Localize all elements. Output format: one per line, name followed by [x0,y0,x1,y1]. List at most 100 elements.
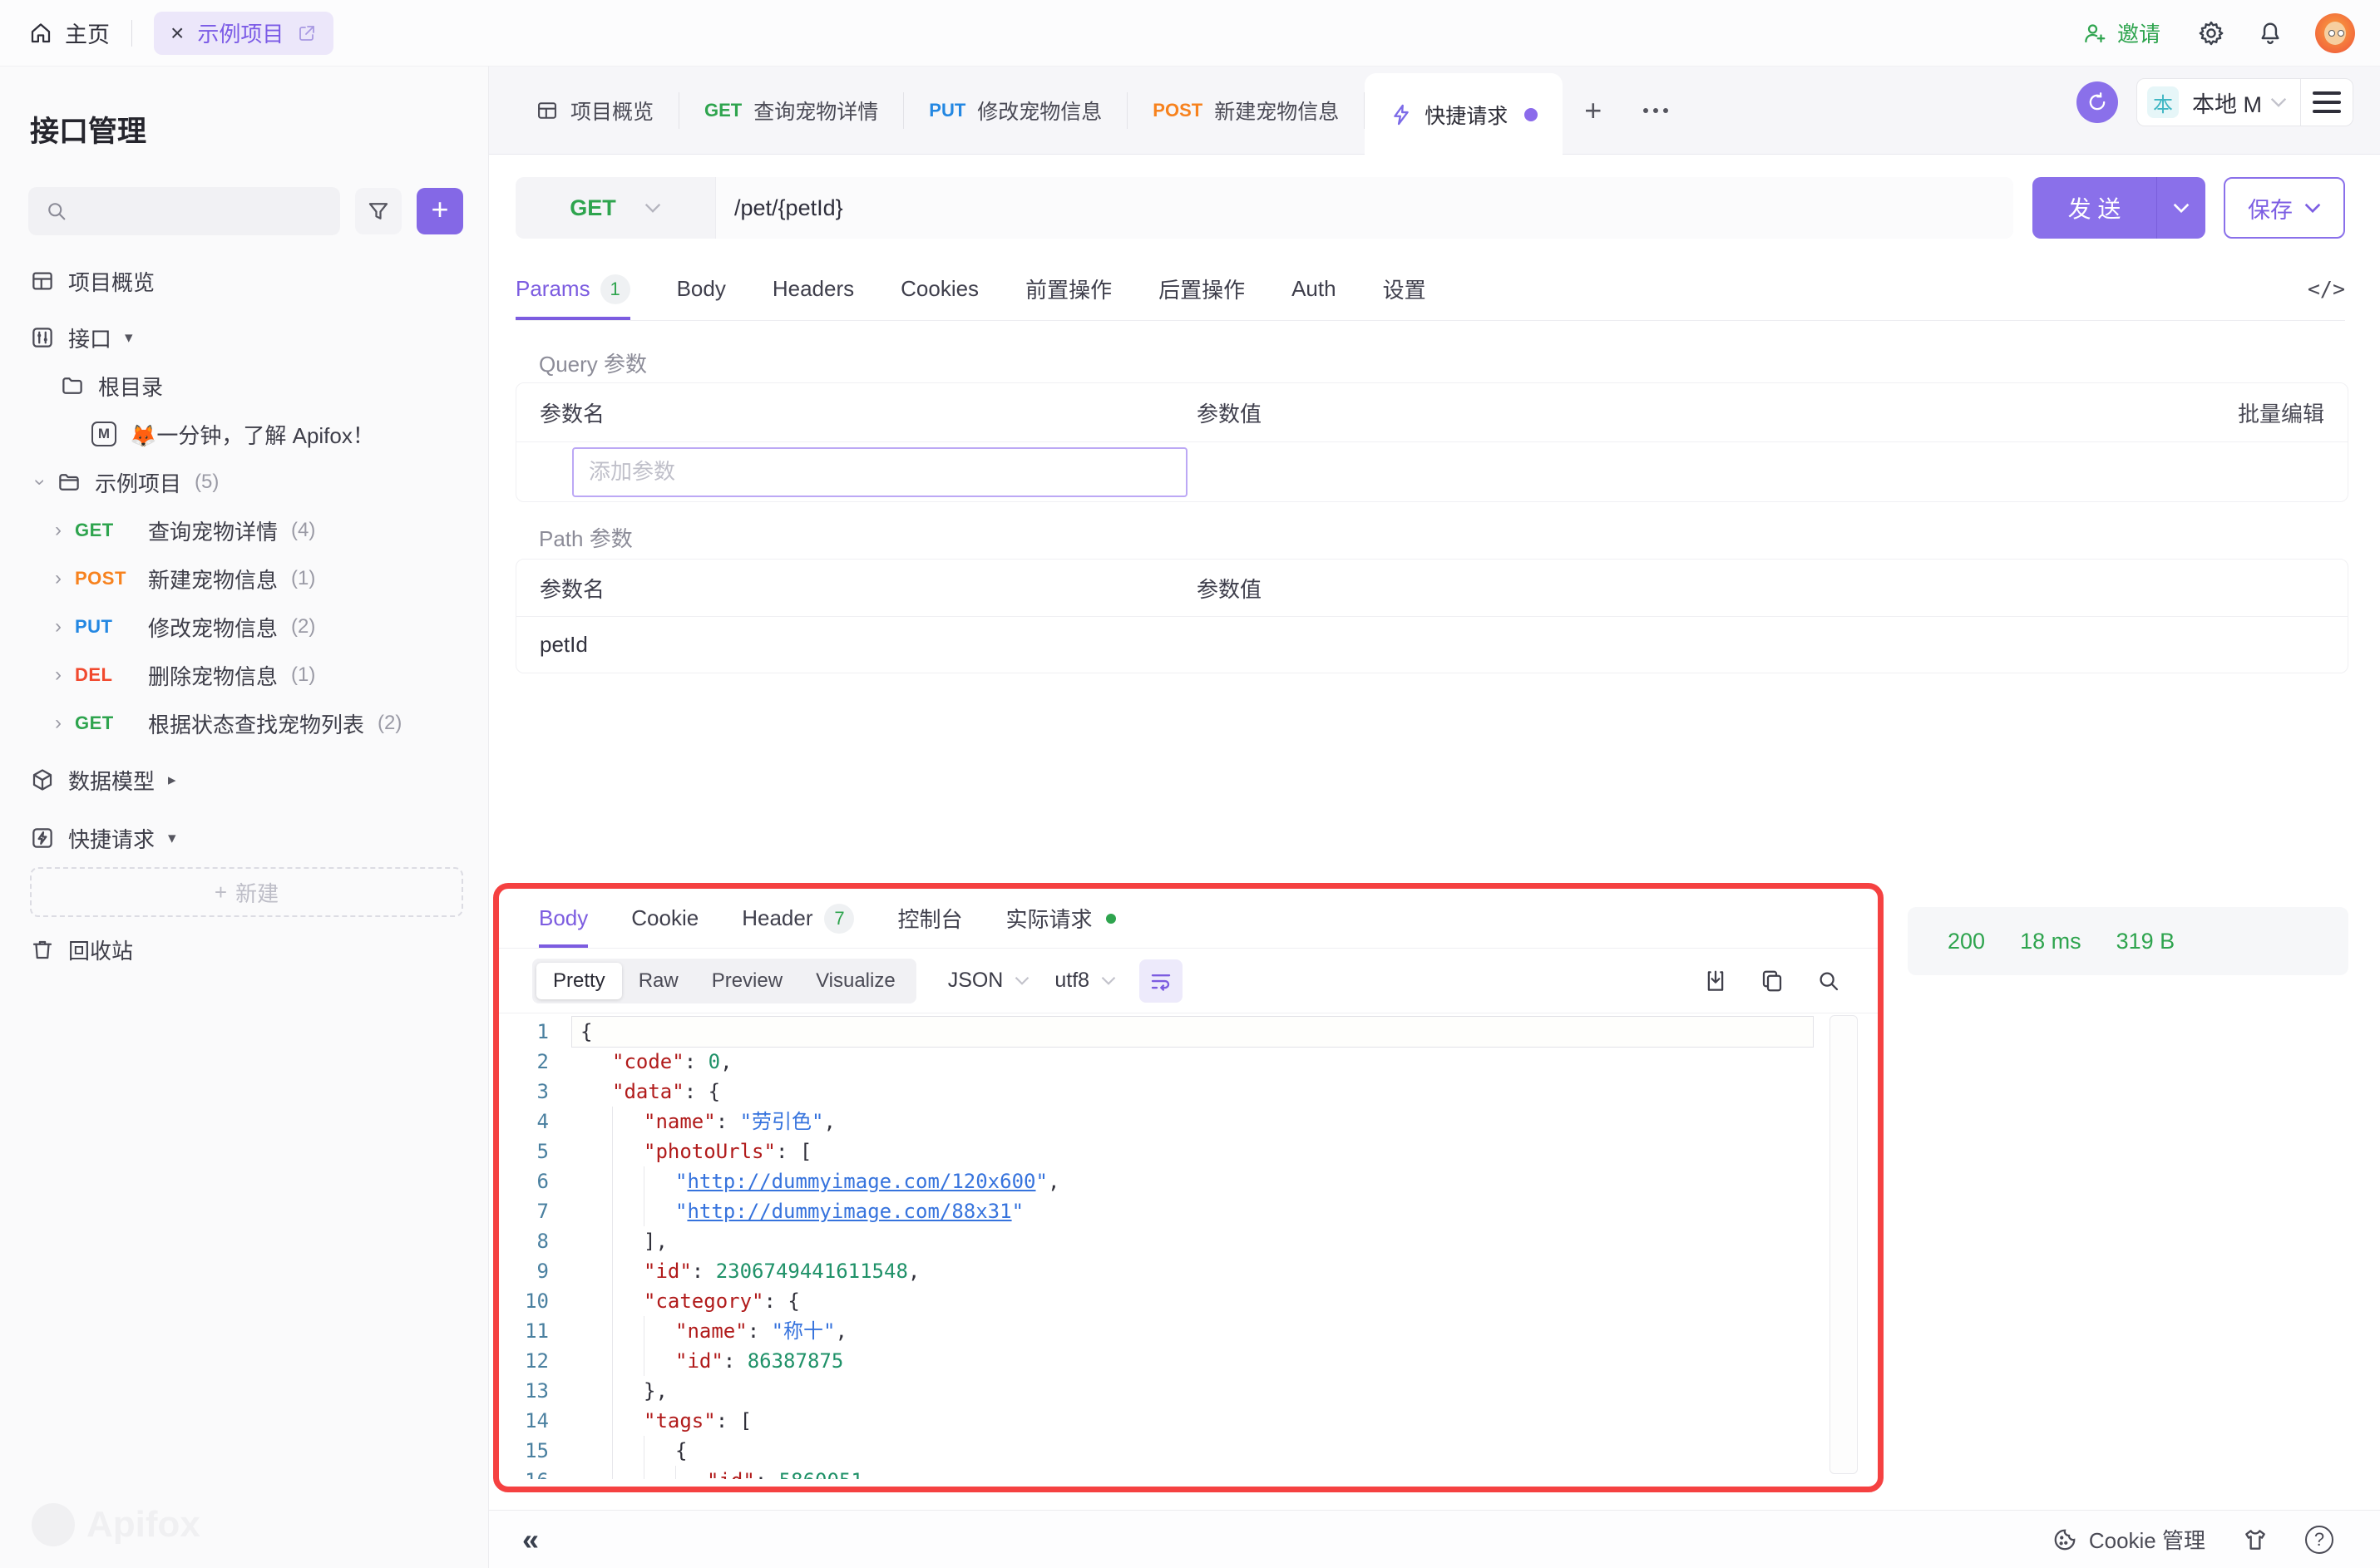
send-button[interactable]: 发 送 [2032,177,2205,239]
mode-visualize[interactable]: Visualize [799,963,912,999]
method-tag: DEL [75,664,135,686]
tab-label: 快捷请求 [1425,100,1508,130]
external-link-icon[interactable] [297,23,317,43]
download-icon[interactable] [1703,969,1728,994]
sidebar-endpoint[interactable]: › POST 新建宠物信息 (1) [0,555,488,603]
chevron-right-icon[interactable]: › [55,617,62,637]
code-line: 5"photoUrls": [ [499,1137,1878,1166]
filter-button[interactable] [355,188,402,234]
sidebar-item-quick-request[interactable]: 快捷请求 ▾ [0,814,488,862]
cookie-icon [2052,1527,2077,1552]
tab-headers[interactable]: Headers [773,258,854,320]
markdown-doc-icon: M [91,422,116,446]
chevron-right-icon[interactable]: › [55,569,62,589]
help-button[interactable]: ? [2305,1526,2333,1554]
tab-response-body[interactable]: Body [539,889,588,948]
project-tab[interactable]: × 示例项目 [154,12,333,55]
param-name-cell[interactable]: petId [516,632,1197,658]
close-icon[interactable]: × [170,22,184,45]
sidebar-endpoint[interactable]: › DEL 删除宠物信息 (1) [0,651,488,699]
caret-right-icon[interactable]: ▸ [168,771,176,790]
sidebar-item-apis[interactable]: 接口 ▾ [0,313,488,362]
sidebar-folder-example[interactable]: › 示例项目 (5) [0,458,488,506]
method-select[interactable]: GET [516,177,715,239]
environment-menu-button[interactable] [2301,91,2353,113]
sync-button[interactable] [2076,81,2118,123]
tab-post-processors[interactable]: 后置操作 [1158,258,1245,320]
add-param-input[interactable] [572,447,1188,497]
tab-response-header[interactable]: Header 7 [742,889,854,948]
theme-shirt-icon[interactable] [2242,1526,2269,1553]
mode-pretty[interactable]: Pretty [536,963,622,999]
cube-icon [30,767,55,792]
caret-down-icon[interactable]: ▾ [168,829,176,848]
response-body-editor[interactable]: 1{2"code": 0,3"data": {4"name": "劳引色",5"… [499,1013,1878,1479]
avatar-eye [2338,30,2344,37]
tab-response-cookie[interactable]: Cookie [631,889,699,948]
copy-icon[interactable] [1760,969,1785,994]
collapse-panel-button[interactable]: « [522,1525,539,1555]
user-avatar[interactable] [2315,13,2355,53]
search-input[interactable] [28,187,340,235]
settings-gear-button[interactable] [2197,19,2225,47]
sidebar-folder-root[interactable]: 根目录 [0,362,488,410]
topbar-divider [131,20,132,47]
send-dropdown-button[interactable] [2157,177,2205,239]
chevron-right-icon[interactable]: › [55,713,62,733]
add-button[interactable]: + [417,188,463,234]
tab-settings[interactable]: 设置 [1383,258,1426,320]
format-select[interactable]: JSON [948,969,1030,993]
tab-quick-request-active[interactable]: 快捷请求 [1365,73,1563,155]
code-example-icon[interactable]: </> [2308,277,2345,301]
cookie-manager-button[interactable]: Cookie 管理 [2052,1524,2205,1555]
tab-cookies[interactable]: Cookies [901,258,979,320]
tab-body[interactable]: Body [677,258,726,320]
sidebar: 接口管理 + 项目概览 接口 ▾ 根目录 [0,67,489,1568]
tab-response-console[interactable]: 控制台 [897,889,962,948]
tab-params[interactable]: Params 1 [516,258,630,320]
home-button[interactable]: 主页 [28,17,110,49]
save-button[interactable]: 保存 [2224,177,2345,239]
tab-actual-request[interactable]: 实际请求 [1006,889,1116,948]
notifications-button[interactable] [2257,20,2284,47]
sidebar-doc-intro[interactable]: M 🦊一分钟，了解 Apifox！ [0,410,488,458]
url-input[interactable]: /pet/{petId} [715,177,2013,239]
search-icon[interactable] [1816,969,1841,994]
tab-pre-processors[interactable]: 前置操作 [1025,258,1112,320]
chevron-right-icon[interactable]: › [55,665,62,685]
sidebar-item-data-models[interactable]: 数据模型 ▸ [0,756,488,804]
new-quick-request-button[interactable]: + 新建 [30,867,463,917]
invite-button[interactable]: 邀请 [2082,17,2160,48]
caret-down-icon[interactable]: ▾ [125,328,133,348]
code-line: 10"category": { [499,1286,1878,1316]
new-tab-button[interactable]: + [1563,67,1623,154]
sidebar-endpoint[interactable]: › GET 查询宠物详情 (4) [0,506,488,555]
editor-scrollbar[interactable] [1829,1015,1858,1474]
add-param-row [516,441,2348,501]
bell-icon [2257,20,2284,47]
environment-select[interactable]: 本 本地 M [2137,86,2300,119]
mode-raw[interactable]: Raw [622,963,695,999]
code-line: 1{ [499,1017,1878,1047]
send-label: 发 送 [2032,177,2156,239]
batch-edit-button[interactable]: 批量编辑 [2238,397,2348,428]
sidebar-endpoint[interactable]: › GET 根据状态查找宠物列表 (2) [0,699,488,747]
chevron-expanded-icon[interactable]: › [30,479,50,486]
chevron-right-icon[interactable]: › [55,520,62,540]
tab-label: 修改宠物信息 [977,96,1102,126]
sidebar-endpoint[interactable]: › PUT 修改宠物信息 (2) [0,603,488,651]
tab-endpoint-post[interactable]: POST 新建宠物信息 [1128,67,1364,154]
tab-label: 项目概览 [570,96,654,126]
sidebar-item-trash[interactable]: 回收站 [0,925,488,974]
word-wrap-toggle[interactable] [1139,959,1183,1003]
tab-project-overview[interactable]: 项目概览 [511,67,679,154]
tab-label: 控制台 [897,903,962,934]
mode-preview[interactable]: Preview [695,963,799,999]
tab-more-button[interactable] [1623,67,1688,154]
tab-auth[interactable]: Auth [1291,258,1336,320]
encoding-select[interactable]: utf8 [1054,969,1116,993]
sidebar-item-project-overview[interactable]: 项目概览 [0,257,488,305]
tab-endpoint-put[interactable]: PUT 修改宠物信息 [904,67,1127,154]
table-row[interactable]: petId [516,616,2348,673]
tab-endpoint-get[interactable]: GET 查询宠物详情 [679,67,903,154]
